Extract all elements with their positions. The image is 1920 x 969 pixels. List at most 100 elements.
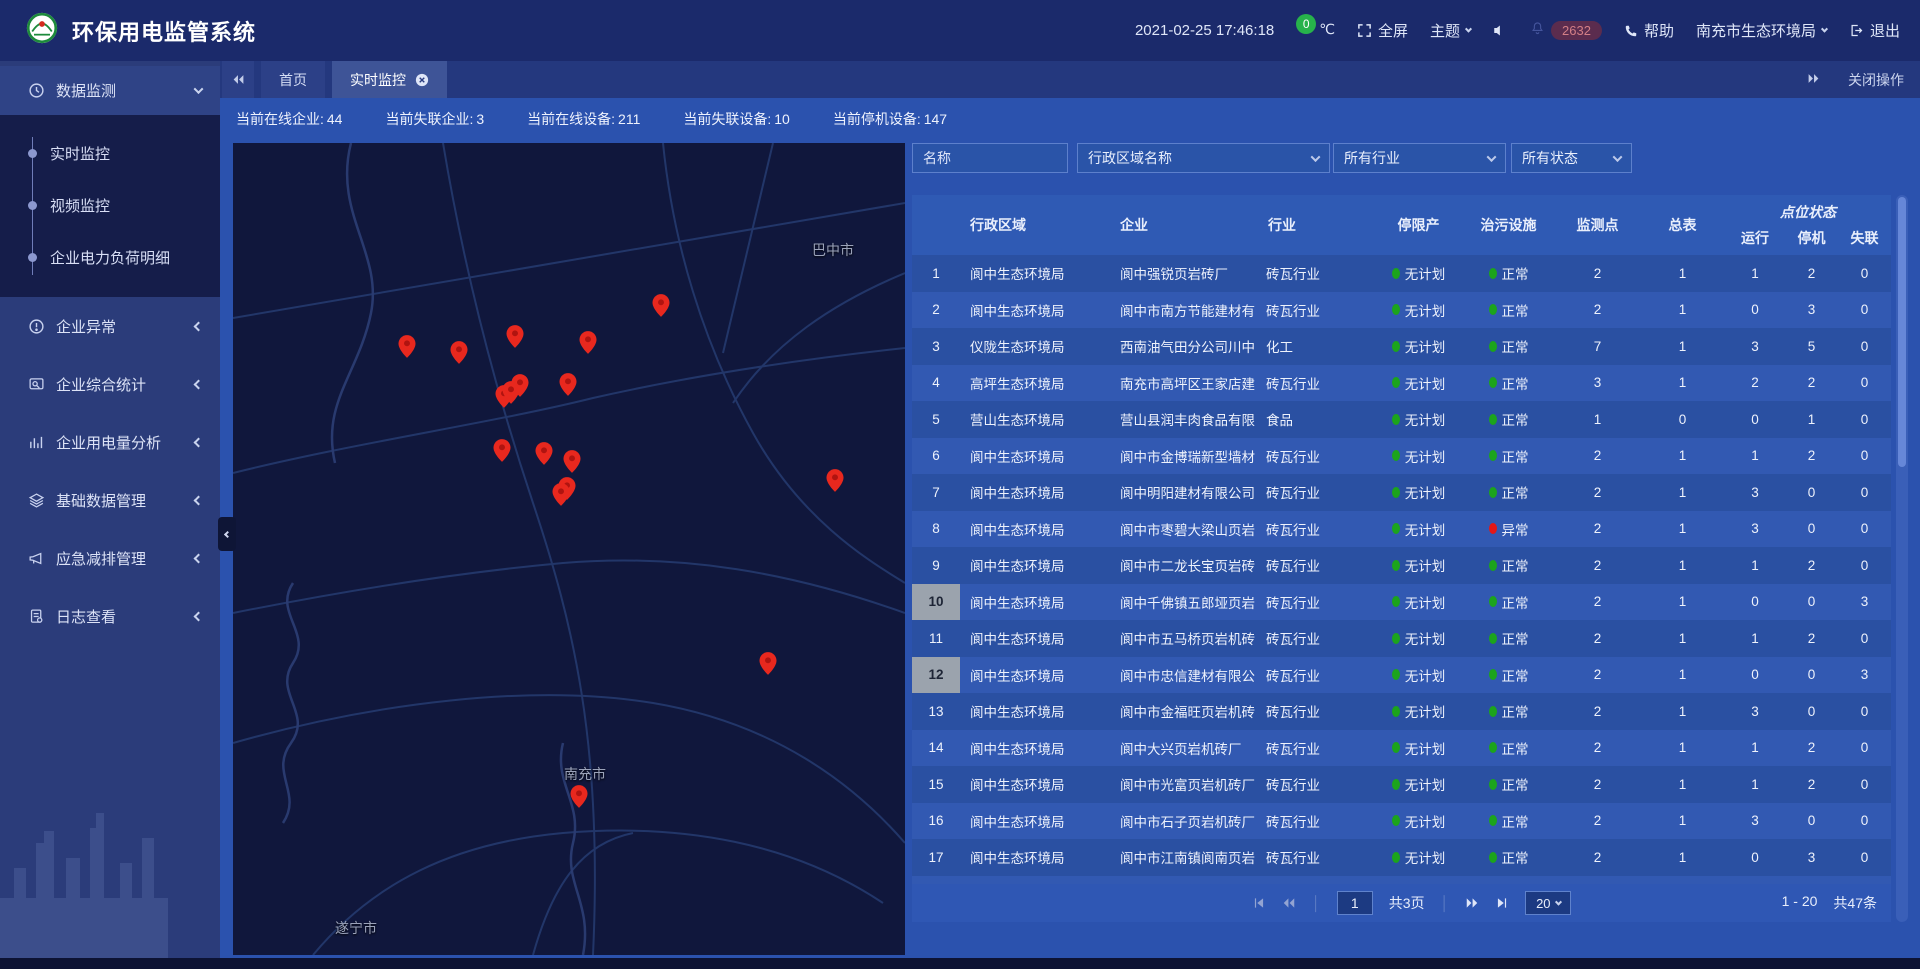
map-pin[interactable]: [536, 442, 553, 465]
tabs-scroll-left-button[interactable]: [222, 61, 254, 98]
table-row[interactable]: 5营山生态环境局营山县润丰肉食品有限食品无计划正常10010: [912, 401, 1891, 438]
map-pin[interactable]: [507, 325, 524, 348]
map-collapse-handle[interactable]: [218, 517, 236, 551]
volume-button[interactable]: [1493, 23, 1508, 38]
sidebar-item-3[interactable]: 企业用电量分析: [0, 413, 220, 471]
status-filter-select[interactable]: 所有状态: [1511, 143, 1632, 173]
sidebar-item-0[interactable]: 数据监测: [0, 66, 220, 115]
last-page-icon[interactable]: [1495, 896, 1509, 910]
cell-region: 阆中生态环境局: [960, 474, 1110, 511]
table-row[interactable]: 11阆中生态环境局阆中市五马桥页岩机砖砖瓦行业无计划正常21120: [912, 620, 1891, 657]
cell-company: 阆中市江南镇阆南页岩: [1110, 839, 1258, 876]
chevron-left-icon: [194, 321, 204, 331]
cell-seq: 2: [912, 292, 960, 329]
fullscreen-button[interactable]: 全屏: [1357, 20, 1408, 41]
industry-filter-select[interactable]: 所有行业: [1333, 143, 1506, 173]
tab-home[interactable]: 首页: [261, 61, 325, 98]
cell-running: 0: [1725, 292, 1785, 329]
cell-company: 阆中千佛镇五郎垭页岩: [1110, 584, 1258, 621]
stat-item-4: 当前停机设备:147: [830, 109, 947, 129]
map-pin[interactable]: [399, 335, 416, 358]
sidebar-item-2[interactable]: 企业综合统计: [0, 355, 220, 413]
sidebar-item-1[interactable]: 企业异常: [0, 297, 220, 355]
limit-label: 无计划: [1405, 263, 1446, 283]
cell-running: 3: [1725, 511, 1785, 548]
map-pin[interactable]: [580, 331, 597, 354]
sidebar-item-5[interactable]: 应急减排管理: [0, 529, 220, 587]
sidebar-subitem-2[interactable]: 企业电力负荷明细: [0, 231, 220, 283]
table-row[interactable]: 15阆中生态环境局阆中市光富页岩机砖厂砖瓦行业无计划正常21120: [912, 766, 1891, 803]
cell-running: 3: [1725, 328, 1785, 365]
sidebar-item-label: 数据监测: [56, 80, 116, 101]
help-button[interactable]: 帮助: [1624, 20, 1674, 41]
table-row[interactable]: 12阆中生态环境局阆中市忠信建材有限公砖瓦行业无计划正常21003: [912, 657, 1891, 694]
map-pin[interactable]: [503, 381, 520, 404]
theme-button[interactable]: 主题: [1430, 20, 1471, 41]
tab-realtime-monitor[interactable]: 实时监控: [332, 61, 447, 98]
table-body: 1阆中生态环境局阆中强锐页岩砖厂砖瓦行业无计划正常211202阆中生态环境局阆中…: [912, 255, 1891, 922]
cell-industry: 食品: [1258, 401, 1375, 438]
table-row[interactable]: 1阆中生态环境局阆中强锐页岩砖厂砖瓦行业无计划正常21120: [912, 255, 1891, 292]
map-pin[interactable]: [653, 294, 670, 317]
cell-monitor-count: 1: [1555, 401, 1640, 438]
page-size-select[interactable]: 20: [1525, 891, 1571, 915]
sidebar-submenu: 实时监控视频监控企业电力负荷明细: [0, 115, 220, 297]
limit-label: 无计划: [1405, 592, 1446, 612]
close-icon[interactable]: [415, 73, 429, 87]
table-row[interactable]: 13阆中生态环境局阆中市金福旺页岩机砖砖瓦行业无计划正常21300: [912, 693, 1891, 730]
table-row[interactable]: 16阆中生态环境局阆中市石子页岩机砖厂砖瓦行业无计划正常21300: [912, 803, 1891, 840]
map-pin[interactable]: [553, 483, 570, 506]
table-row[interactable]: 8阆中生态环境局阆中市枣碧大梁山页岩砖瓦行业无计划异常21300: [912, 511, 1891, 548]
table-row[interactable]: 3仪陇生态环境局西南油气田分公司川中化工无计划正常71350: [912, 328, 1891, 365]
scrollbar-thumb[interactable]: [1898, 197, 1906, 467]
chevron-down-icon: [1821, 26, 1828, 33]
close-operations-button[interactable]: 关闭操作: [1848, 70, 1904, 90]
temperature: 0 ℃: [1296, 21, 1335, 41]
first-page-icon[interactable]: [1252, 896, 1266, 910]
table-row[interactable]: 4高坪生态环境局南充市高坪区王家店建砖瓦行业无计划正常31220: [912, 365, 1891, 402]
sidebar-item-6[interactable]: 日志查看: [0, 587, 220, 645]
table-row[interactable]: 14阆中生态环境局阆中大兴页岩机砖厂砖瓦行业无计划正常21120: [912, 730, 1891, 767]
map-pin[interactable]: [827, 469, 844, 492]
table-row[interactable]: 7阆中生态环境局阆中明阳建材有限公司砖瓦行业无计划正常21300: [912, 474, 1891, 511]
table-row[interactable]: 10阆中生态环境局阆中千佛镇五郎垭页岩砖瓦行业无计划正常21003: [912, 584, 1891, 621]
cell-lost: 0: [1838, 766, 1891, 803]
table-row[interactable]: 6阆中生态环境局阆中市金博瑞新型墙材砖瓦行业无计划正常21120: [912, 438, 1891, 475]
cell-monitor-count: 2: [1555, 803, 1640, 840]
cell-limit-status: 无计划: [1375, 474, 1462, 511]
sidebar-subitem-1[interactable]: 视频监控: [0, 179, 220, 231]
name-filter-input[interactable]: [912, 143, 1068, 173]
cell-limit-status: 无计划: [1375, 730, 1462, 767]
region-filter-select[interactable]: 行政区域名称: [1077, 143, 1330, 173]
status-dot: [1489, 414, 1497, 425]
map-pin[interactable]: [560, 373, 577, 396]
facility-label: 正常: [1502, 373, 1529, 393]
next-page-icon[interactable]: [1465, 896, 1479, 910]
cell-total-meter: 1: [1640, 693, 1725, 730]
sidebar-item-label: 日志查看: [56, 606, 116, 627]
table-row[interactable]: 17阆中生态环境局阆中市江南镇阆南页岩砖瓦行业无计划正常21030: [912, 839, 1891, 876]
logout-button[interactable]: 退出: [1849, 20, 1900, 41]
limit-label: 无计划: [1405, 373, 1446, 393]
org-menu-button[interactable]: 南充市生态环境局: [1696, 20, 1827, 41]
cell-running: 1: [1725, 730, 1785, 767]
map-panel[interactable]: 巴中市南充市遂宁市: [233, 143, 905, 955]
map-pin[interactable]: [494, 439, 511, 462]
cell-monitor-count: 2: [1555, 474, 1640, 511]
map-pin[interactable]: [451, 341, 468, 364]
limit-label: 无计划: [1405, 738, 1446, 758]
map-pin[interactable]: [571, 785, 588, 808]
table-row[interactable]: 2阆中生态环境局阆中市南方节能建材有砖瓦行业无计划正常21030: [912, 292, 1891, 329]
notifications[interactable]: 2632: [1530, 21, 1602, 40]
table-scrollbar[interactable]: [1896, 195, 1908, 922]
sidebar-subitem-0[interactable]: 实时监控: [0, 127, 220, 179]
page-number-input[interactable]: 1: [1337, 891, 1373, 915]
tabs-scroll-right-button[interactable]: [1807, 72, 1820, 88]
map-pin[interactable]: [760, 652, 777, 675]
limit-label: 无计划: [1405, 446, 1446, 466]
prev-page-icon[interactable]: [1282, 896, 1296, 910]
sidebar-item-4[interactable]: 基础数据管理: [0, 471, 220, 529]
search-input[interactable]: [923, 150, 1057, 166]
table-row[interactable]: 9阆中生态环境局阆中市二龙长宝页岩砖砖瓦行业无计划正常21120: [912, 547, 1891, 584]
map-pin[interactable]: [564, 450, 581, 473]
